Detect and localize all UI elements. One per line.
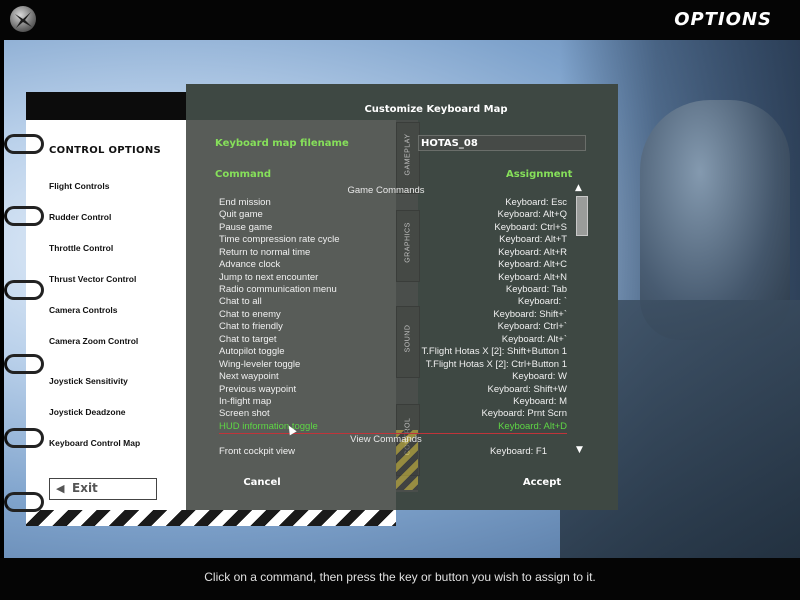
row-assignment: Keyboard: Alt+D: [498, 421, 567, 432]
menu-throttle-control[interactable]: Throttle Control: [49, 243, 113, 253]
row-command: Return to normal time: [219, 247, 311, 258]
menu-rudder-control[interactable]: Rudder Control: [49, 212, 111, 222]
table-row[interactable]: Chat to enemy Keyboard: Shift+`: [219, 309, 567, 321]
bottom-bar: Click on a command, then press the key o…: [0, 558, 800, 600]
row-assignment: T.Flight Hotas X [2]: Ctrl+Button 1: [425, 359, 567, 370]
assignment-header: Assignment: [506, 169, 573, 180]
row-command: Chat to target: [219, 334, 277, 345]
menu-thrust-vector-control[interactable]: Thrust Vector Control: [49, 274, 136, 284]
table-row[interactable]: Wing-leveler toggle T.Flight Hotas X [2]:…: [219, 359, 567, 371]
menu-keyboard-control-map[interactable]: Keyboard Control Map: [49, 438, 140, 448]
table-row[interactable]: Chat to friendly Keyboard: Ctrl+`: [219, 321, 567, 333]
binder-ring-icon: [4, 354, 44, 374]
binder-ring-icon: [4, 492, 44, 512]
row-assignment: Keyboard: M: [513, 396, 567, 407]
row-command: Screen shot: [219, 408, 270, 419]
row-command: HUD information toggle: [219, 421, 318, 432]
row-command: Chat to friendly: [219, 321, 283, 332]
table-row[interactable]: Time compression rate cycle Keyboard: Alt…: [219, 234, 567, 246]
row-command: Chat to all: [219, 296, 262, 307]
top-bar: OPTIONS: [0, 0, 800, 40]
row-assignment: Keyboard: Alt+C: [498, 259, 567, 270]
row-command: Jump to next encounter: [219, 272, 319, 283]
row-assignment: Keyboard: Ctrl+S: [494, 222, 567, 233]
tab-gameplay[interactable]: GAMEPLAY: [396, 122, 420, 194]
binder-ring-icon: [4, 280, 44, 300]
row-command: Radio communication menu: [219, 284, 337, 295]
binder-bottom-stripes: [26, 510, 396, 526]
table-row[interactable]: Front cockpit view Keyboard: F1: [219, 446, 567, 458]
table-row[interactable]: Chat to target Keyboard: Alt+`: [219, 334, 567, 346]
row-command: Wing-leveler toggle: [219, 359, 301, 370]
row-command: In-flight map: [219, 396, 272, 407]
table-row[interactable]: Advance clock Keyboard: Alt+C: [219, 259, 567, 271]
table-row[interactable]: Jump to next encounter Keyboard: Alt+N: [219, 272, 567, 284]
exit-button[interactable]: ◀ Exit: [49, 478, 157, 500]
row-assignment: Keyboard: Alt+`: [501, 334, 567, 345]
row-command: Advance clock: [219, 259, 281, 270]
filename-label: Keyboard map filename: [215, 138, 349, 149]
table-row[interactable]: Screen shot Keyboard: Prnt Scrn: [219, 408, 567, 420]
binder-ring-icon: [4, 134, 44, 154]
page-title: OPTIONS: [674, 9, 772, 30]
row-command: End mission: [219, 197, 271, 208]
row-assignment: Keyboard: Alt+R: [498, 247, 567, 258]
row-command: Front cockpit view: [219, 446, 296, 457]
row-assignment: Keyboard: Prnt Scrn: [481, 408, 567, 419]
row-assignment: Keyboard: `: [517, 296, 567, 307]
row-command: Chat to enemy: [219, 309, 281, 320]
row-assignment: Keyboard: Alt+Q: [497, 209, 567, 220]
table-row[interactable]: Quit game Keyboard: Alt+Q: [219, 209, 567, 221]
menu-joystick-deadzone[interactable]: Joystick Deadzone: [49, 407, 126, 417]
tab-gameplay-label: GAMEPLAY: [404, 133, 412, 176]
row-command: Next waypoint: [219, 371, 279, 382]
table-row[interactable]: Previous waypoint Keyboard: Shift+W: [219, 384, 567, 396]
table-row[interactable]: In-flight map Keyboard: M: [219, 396, 567, 408]
exit-label: Exit: [72, 481, 98, 495]
row-assignment: Keyboard: Shift+W: [487, 384, 567, 395]
row-assignment: Keyboard: Shift+`: [493, 309, 567, 320]
binder-ring-icon: [4, 428, 44, 448]
hint-text: Click on a command, then press the key o…: [204, 570, 596, 584]
table-row-selected[interactable]: HUD information toggle Keyboard: Alt+D: [219, 421, 567, 433]
row-assignment: Keyboard: Alt+T: [499, 234, 567, 245]
menu-camera-controls[interactable]: Camera Controls: [49, 305, 118, 315]
row-assignment: T.Flight Hotas X [2]: Shift+Button 1: [421, 346, 567, 357]
logo-icon: [10, 6, 36, 32]
row-assignment: Keyboard: Alt+N: [498, 272, 567, 283]
scrollbar-thumb[interactable]: [576, 196, 588, 236]
row-command: Previous waypoint: [219, 384, 297, 395]
table-row[interactable]: Return to normal time Keyboard: Alt+R: [219, 247, 567, 259]
table-row[interactable]: Radio communication menu Keyboard: Tab: [219, 284, 567, 296]
row-assignment: Keyboard: W: [512, 371, 567, 382]
control-options-title: CONTROL OPTIONS: [49, 145, 162, 156]
binder-ring-icon: [4, 206, 44, 226]
table-row[interactable]: Autopilot toggle T.Flight Hotas X [2]: Sh…: [219, 346, 567, 358]
table-row[interactable]: End mission Keyboard: Esc: [219, 197, 567, 209]
menu-flight-controls[interactable]: Flight Controls: [49, 181, 109, 191]
row-command: Quit game: [219, 209, 263, 220]
table-row[interactable]: Next waypoint Keyboard: W: [219, 371, 567, 383]
accept-button[interactable]: Accept: [512, 477, 572, 491]
section-game-commands: Game Commands: [347, 185, 425, 196]
row-command: Autopilot toggle: [219, 346, 285, 357]
filename-input[interactable]: [418, 135, 586, 151]
row-assignment: Keyboard: Tab: [505, 284, 567, 295]
scroll-up-icon[interactable]: ▲: [575, 183, 585, 193]
row-assignment: Keyboard: Esc: [505, 197, 567, 208]
scroll-down-icon[interactable]: ▼: [576, 445, 586, 455]
row-assignment: Keyboard: F1: [489, 446, 547, 457]
section-view-commands: View Commands: [350, 434, 422, 445]
menu-joystick-sensitivity[interactable]: Joystick Sensitivity: [49, 376, 128, 386]
menu-camera-zoom-control[interactable]: Camera Zoom Control: [49, 336, 138, 346]
dialog-title: Customize Keyboard Map: [364, 104, 508, 115]
row-command: Time compression rate cycle: [219, 234, 340, 245]
exit-arrow-icon: ◀: [56, 482, 65, 495]
table-row[interactable]: Pause game Keyboard: Ctrl+S: [219, 222, 567, 234]
row-command: Pause game: [219, 222, 273, 233]
command-header: Command: [215, 169, 272, 180]
table-row[interactable]: Chat to all Keyboard: `: [219, 296, 567, 308]
row-assignment: Keyboard: Ctrl+`: [497, 321, 567, 332]
cancel-button[interactable]: Cancel: [232, 477, 292, 491]
